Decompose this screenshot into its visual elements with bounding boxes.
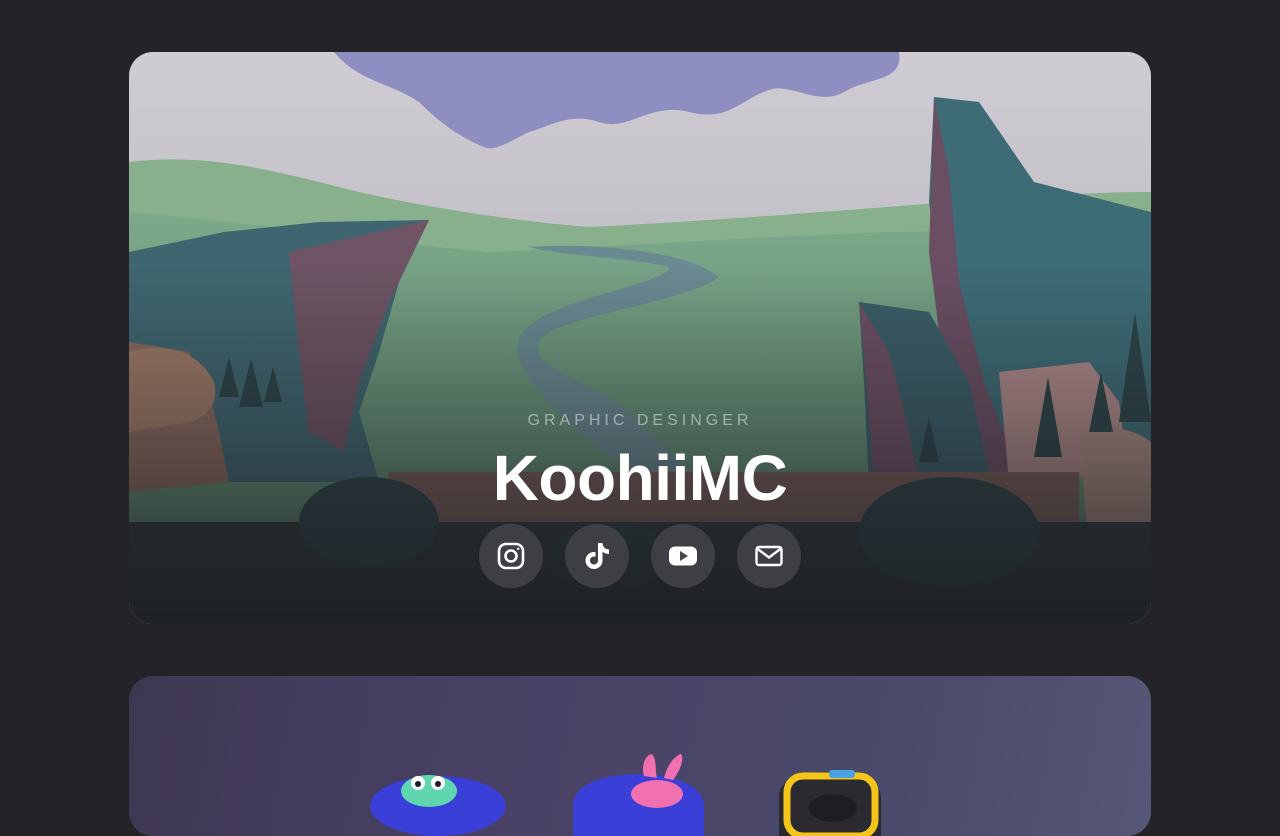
- profile-info: GRAPHIC DESINGER KoohiiMC: [129, 412, 1151, 588]
- tiktok-icon: [585, 543, 609, 569]
- social-links: [479, 524, 801, 588]
- youtube-icon: [669, 546, 697, 566]
- tiktok-button[interactable]: [565, 524, 629, 588]
- profile-role-subtitle: GRAPHIC DESINGER: [527, 412, 753, 429]
- email-button[interactable]: [737, 524, 801, 588]
- profile-hero-card: GRAPHIC DESINGER KoohiiMC: [129, 52, 1151, 624]
- instagram-icon: [497, 542, 525, 570]
- youtube-button[interactable]: [651, 524, 715, 588]
- instagram-button[interactable]: [479, 524, 543, 588]
- projects-preview-card: [129, 676, 1151, 836]
- profile-name-title: KoohiiMC: [492, 442, 788, 514]
- character-illustrations: [370, 754, 881, 836]
- mail-icon: [755, 545, 783, 567]
